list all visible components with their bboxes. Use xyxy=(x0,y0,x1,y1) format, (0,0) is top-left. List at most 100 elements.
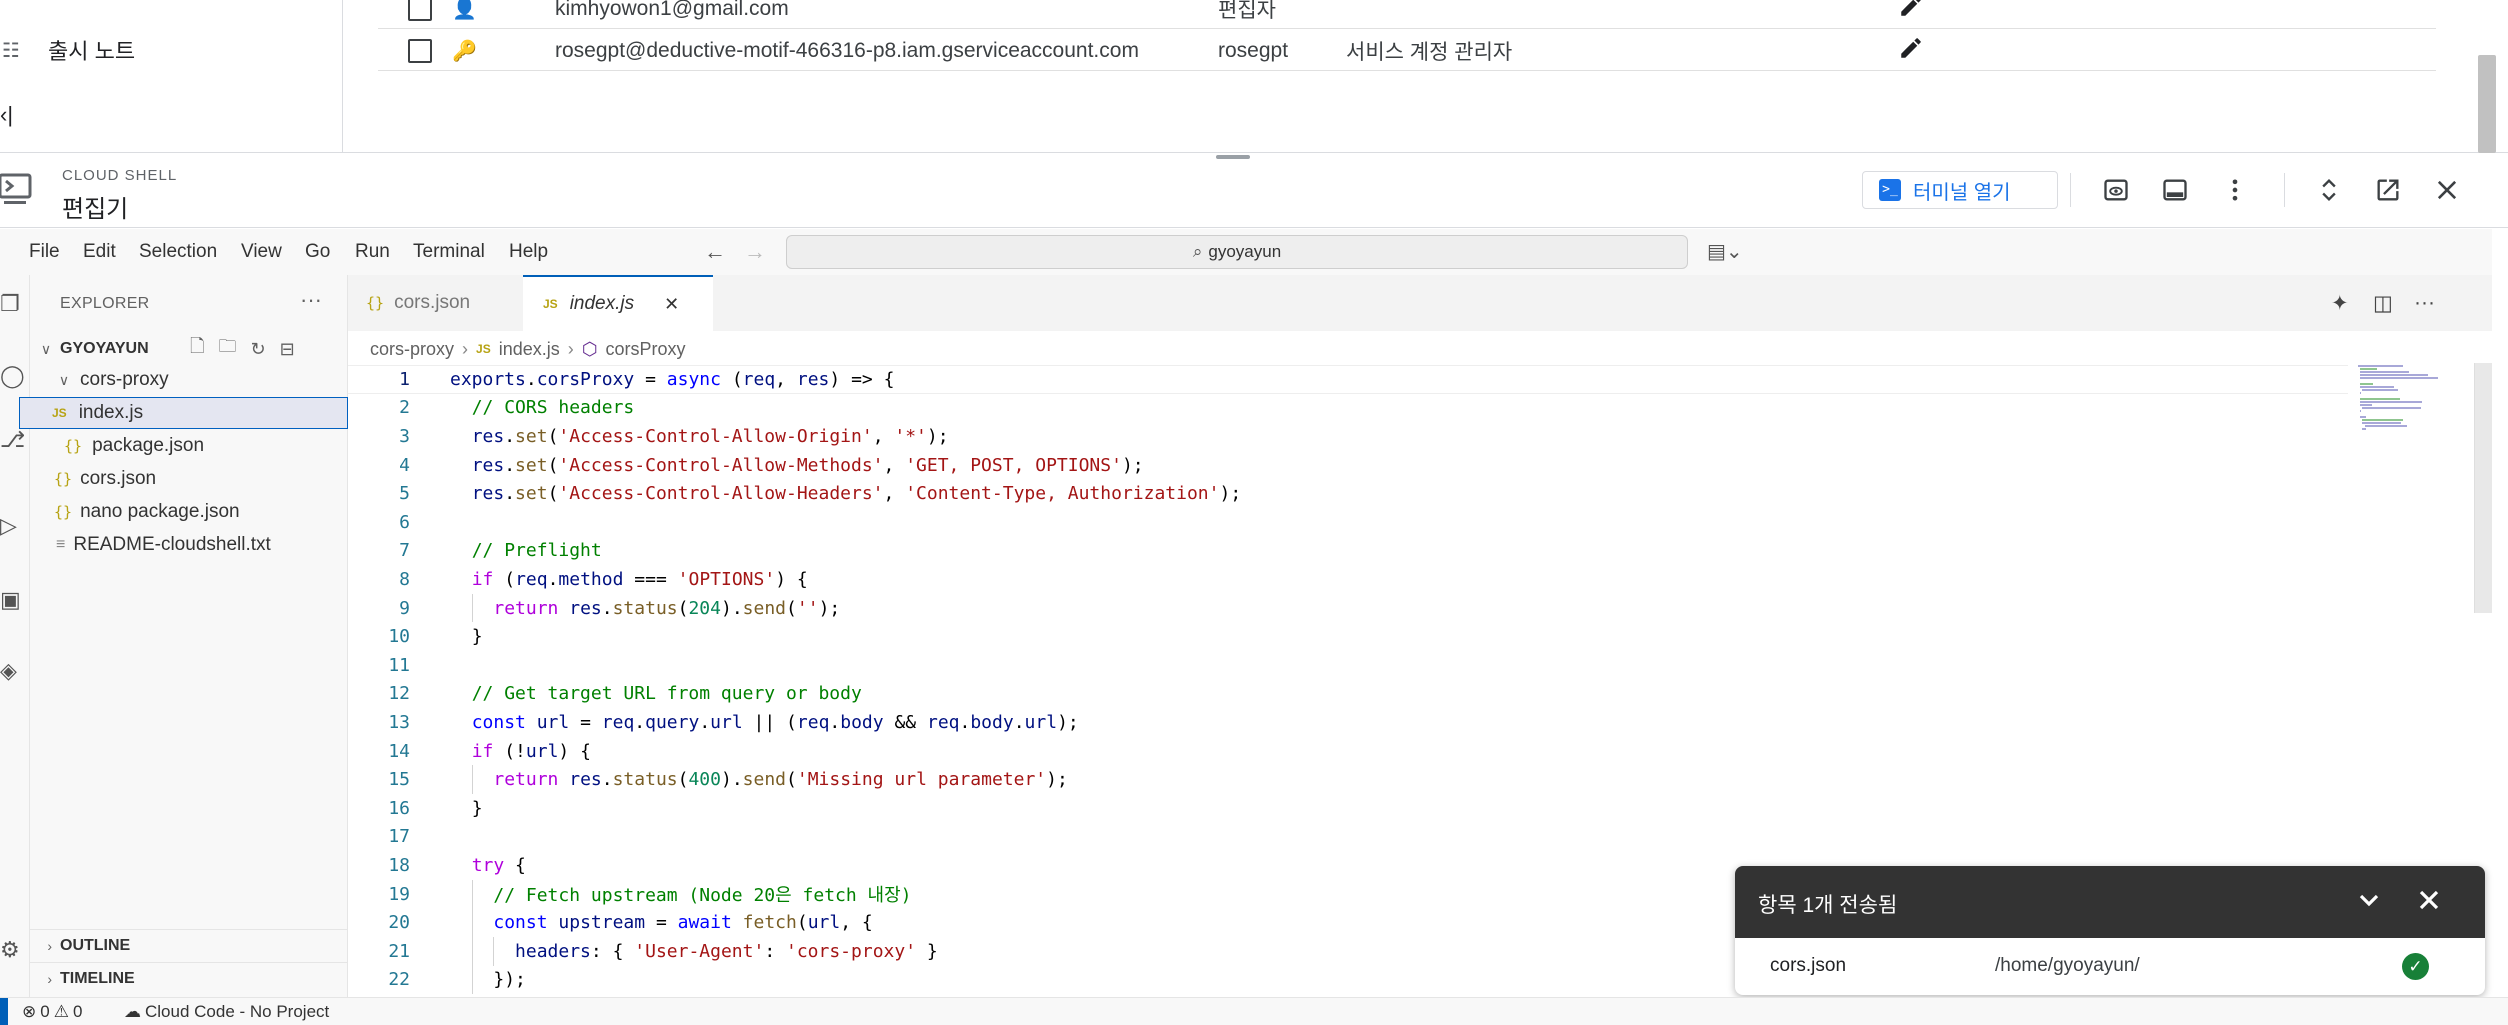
menu-help[interactable]: Help xyxy=(509,241,548,263)
gemini-sparkle-icon[interactable]: ✦ xyxy=(2331,291,2349,316)
menu-view[interactable]: View xyxy=(241,241,282,263)
cloud-code-activity-icon[interactable]: ◈ xyxy=(0,658,24,688)
role-cell: 편집자 xyxy=(1218,0,1276,22)
menu-edit[interactable]: Edit xyxy=(83,241,116,263)
code-line[interactable]: 16 } xyxy=(348,794,2348,823)
code-line[interactable]: 12 // Get target URL from query or body xyxy=(348,680,2348,709)
row-checkbox[interactable] xyxy=(408,0,432,21)
close-icon[interactable] xyxy=(2413,884,2445,921)
chevron-down-icon[interactable] xyxy=(2353,884,2385,921)
code-line[interactable]: 13 const url = req.query.url || (req.bod… xyxy=(348,708,2348,737)
menu-selection[interactable]: Selection xyxy=(139,241,217,263)
code-line[interactable]: 7 // Preflight xyxy=(348,537,2348,566)
editor-more-icon[interactable]: ··· xyxy=(2414,291,2435,315)
edit-icon[interactable] xyxy=(1898,0,1924,25)
tree-item-index-js[interactable]: JS index.js xyxy=(19,397,348,429)
table-row: 👤 kimhyowon1@gmail.com 편집자 xyxy=(378,0,2436,29)
back-arrow-icon[interactable]: ← xyxy=(704,239,726,265)
outline-label: OUTLINE xyxy=(60,936,131,954)
workspace-header[interactable]: ∨ GYOYAYUN 🗋 🗀 ↻ ⊟ xyxy=(30,333,348,365)
line-number: 2 xyxy=(399,397,410,419)
code-text: }); xyxy=(493,969,526,991)
open-new-window-button[interactable] xyxy=(2371,173,2405,207)
extensions-activity-icon[interactable]: ▣ xyxy=(0,587,24,617)
resize-handle[interactable] xyxy=(1216,155,1250,159)
menu-terminal[interactable]: Terminal xyxy=(413,241,485,263)
page-scrollbar[interactable] xyxy=(2478,55,2496,153)
breadcrumb-separator-icon: › xyxy=(567,338,574,359)
code-line[interactable]: 5 res.set('Access-Control-Allow-Headers'… xyxy=(348,479,2348,508)
code-line[interactable]: 1 exports.corsProxy = async (req, res) =>… xyxy=(348,365,2348,394)
settings-gear-icon[interactable]: ⚙ xyxy=(0,937,24,967)
tree-item-readme[interactable]: ≡ README-cloudshell.txt xyxy=(30,529,348,561)
source-control-activity-icon[interactable]: ⎇ xyxy=(0,427,24,457)
edit-icon[interactable] xyxy=(1898,35,1924,67)
tree-item-cors-proxy[interactable]: ∨ cors-proxy xyxy=(30,364,348,396)
tree-item-package-json[interactable]: {} package.json xyxy=(30,430,348,462)
maximize-button[interactable] xyxy=(2312,173,2346,207)
tree-item-label: cors-proxy xyxy=(80,369,169,390)
collapse-all-icon[interactable]: ⊟ xyxy=(280,339,295,360)
code-line[interactable]: 9 return res.status(204).send(''); xyxy=(348,593,2348,623)
breadcrumb-symbol[interactable]: corsProxy xyxy=(605,339,685,360)
code-line[interactable]: 2 // CORS headers xyxy=(348,394,2348,423)
forward-arrow-icon[interactable]: → xyxy=(744,239,766,265)
activity-bar: ❐ ◯ ⎇ ▷ ▣ ◈ ⚙ xyxy=(0,275,30,997)
menu-go[interactable]: Go xyxy=(305,241,330,263)
breadcrumb-file[interactable]: index.js xyxy=(499,339,560,360)
split-editor-icon[interactable]: ◫ xyxy=(2373,291,2393,316)
layout-control-icon[interactable]: ▤⌄ xyxy=(1707,239,1743,264)
editor-scrollbar[interactable] xyxy=(2474,363,2492,613)
menu-run[interactable]: Run xyxy=(355,241,390,263)
more-actions-icon[interactable]: ··· xyxy=(300,287,322,313)
collapse-sidebar-icon[interactable]: ‹| xyxy=(0,102,13,128)
close-icon xyxy=(2437,180,2457,200)
code-line[interactable]: 4 res.set('Access-Control-Allow-Methods'… xyxy=(348,451,2348,480)
divider xyxy=(2070,173,2071,207)
code-line[interactable]: 6 xyxy=(348,508,2348,537)
minimap-line xyxy=(2362,407,2421,409)
new-folder-icon[interactable]: 🗀 xyxy=(218,334,236,364)
menu-file[interactable]: File xyxy=(29,241,60,263)
problems-indicator[interactable]: ⊗ 0 ⚠ 0 xyxy=(22,1002,82,1022)
tree-item-cors-json[interactable]: {} cors.json xyxy=(30,463,348,495)
code-text: } xyxy=(471,626,483,648)
new-file-icon[interactable]: 🗋 xyxy=(190,334,204,364)
code-line[interactable]: 8 if (req.method === 'OPTIONS') { xyxy=(348,565,2348,594)
outline-section[interactable]: › OUTLINE xyxy=(30,929,348,961)
command-center-search[interactable]: ⌕ gyoyayun xyxy=(786,235,1688,269)
minimap[interactable] xyxy=(2358,365,2468,435)
tab-index-js[interactable]: JS index.js ✕ xyxy=(523,275,713,331)
refresh-icon[interactable]: ↻ xyxy=(250,339,265,360)
web-preview-button[interactable] xyxy=(2099,173,2133,207)
code-line[interactable]: 11 xyxy=(348,651,2348,680)
toggle-panel-button[interactable] xyxy=(2158,173,2192,207)
open-in-new-icon xyxy=(2377,179,2399,201)
tree-item-nano-package-json[interactable]: {} nano package.json xyxy=(30,496,348,528)
breadcrumb-folder[interactable]: cors-proxy xyxy=(370,339,454,360)
code-line[interactable]: 17 xyxy=(348,823,2348,852)
remote-indicator[interactable] xyxy=(0,998,8,1025)
run-debug-activity-icon[interactable]: ▷ xyxy=(0,513,24,543)
explorer-activity-icon[interactable]: ❐ xyxy=(0,291,24,321)
tab-cors-json[interactable]: {} cors.json xyxy=(348,275,523,331)
line-number: 20 xyxy=(388,912,410,934)
json-file-icon: {} xyxy=(54,470,73,488)
more-options-button[interactable] xyxy=(2218,173,2252,207)
row-checkbox[interactable] xyxy=(408,38,432,63)
cloud-code-label: Cloud Code - No Project xyxy=(145,1002,330,1021)
line-number: 18 xyxy=(388,854,410,876)
timeline-section[interactable]: › TIMELINE xyxy=(30,962,348,994)
close-tab-icon[interactable]: ✕ xyxy=(664,294,679,315)
table-row: 🔑 rosegpt@deductive-motif-466316-p8.iam.… xyxy=(378,31,2436,71)
code-line[interactable]: 14 if (!url) { xyxy=(348,737,2348,766)
code-line[interactable]: 10 } xyxy=(348,622,2348,651)
minimap-line xyxy=(2362,389,2398,391)
open-terminal-button[interactable]: >_ 터미널 열기 xyxy=(1862,171,2058,209)
code-line[interactable]: 3 res.set('Access-Control-Allow-Origin',… xyxy=(348,422,2348,451)
search-activity-icon[interactable]: ◯ xyxy=(0,363,24,393)
close-cloud-shell-button[interactable] xyxy=(2430,173,2464,207)
sidebar-item-release-notes[interactable]: ☷ 출시 노트 xyxy=(0,30,135,70)
cloud-code-status[interactable]: ☁ Cloud Code - No Project xyxy=(124,1002,329,1022)
code-line[interactable]: 15 return res.status(400).send('Missing … xyxy=(348,765,2348,794)
